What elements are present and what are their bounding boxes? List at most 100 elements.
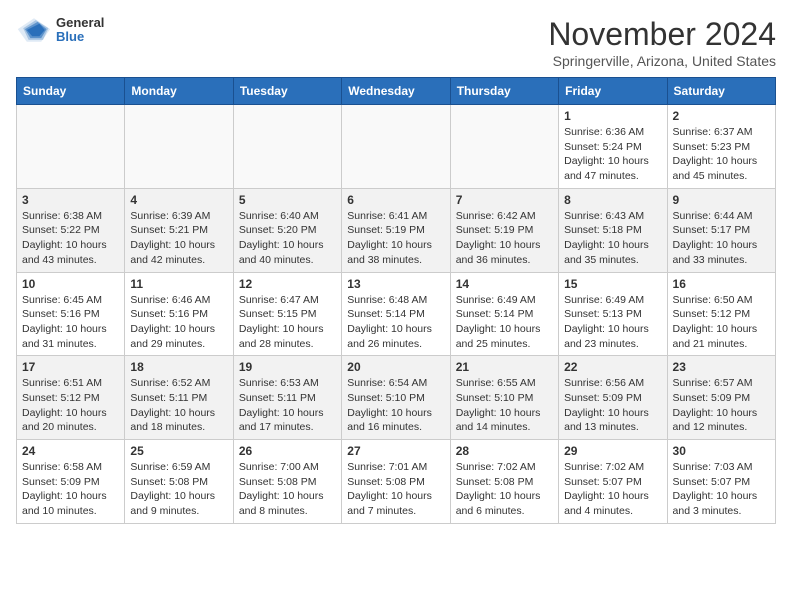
week-row-5: 24Sunrise: 6:58 AMSunset: 5:09 PMDayligh…: [17, 440, 776, 524]
header-cell-saturday: Saturday: [667, 78, 775, 105]
week-row-4: 17Sunrise: 6:51 AMSunset: 5:12 PMDayligh…: [17, 356, 776, 440]
day-cell: 11 Sunrise: 6:46 AMSunset: 5:16 PMDayligh…: [125, 272, 233, 356]
day-cell: 10Sunrise: 6:45 AMSunset: 5:16 PMDayligh…: [17, 272, 125, 356]
title-block: November 2024 Springerville, Arizona, Un…: [548, 16, 776, 69]
day-info: Sunrise: 6:51 AMSunset: 5:12 PMDaylight:…: [22, 376, 119, 435]
day-cell: [17, 105, 125, 189]
day-number: 28: [456, 444, 553, 458]
day-cell: 26 Sunrise: 7:00 AMSunset: 5:08 PMDayligh…: [233, 440, 341, 524]
day-number: 30: [673, 444, 770, 458]
day-cell: 22 Sunrise: 6:56 AMSunset: 5:09 PMDayligh…: [559, 356, 667, 440]
day-number: 2: [673, 109, 770, 123]
logo-general: General: [56, 16, 104, 30]
day-number: 19: [239, 360, 336, 374]
day-info: Sunrise: 6:44 AMSunset: 5:17 PMDaylight:…: [673, 209, 770, 268]
day-info: Sunrise: 7:02 AMSunset: 5:07 PMDaylight:…: [564, 460, 661, 519]
day-number: 21: [456, 360, 553, 374]
day-cell: 20 Sunrise: 6:54 AMSunset: 5:10 PMDayligh…: [342, 356, 450, 440]
day-number: 18: [130, 360, 227, 374]
day-cell: 7 Sunrise: 6:42 AMSunset: 5:19 PMDaylight…: [450, 188, 558, 272]
day-number: 3: [22, 193, 119, 207]
day-info: Sunrise: 6:39 AMSunset: 5:21 PMDaylight:…: [130, 209, 227, 268]
day-info: Sunrise: 6:37 AMSunset: 5:23 PMDaylight:…: [673, 125, 770, 184]
day-info: Sunrise: 6:59 AMSunset: 5:08 PMDaylight:…: [130, 460, 227, 519]
calendar-body: 1Sunrise: 6:36 AMSunset: 5:24 PMDaylight…: [17, 105, 776, 524]
header-cell-wednesday: Wednesday: [342, 78, 450, 105]
day-number: 23: [673, 360, 770, 374]
day-cell: 15 Sunrise: 6:49 AMSunset: 5:13 PMDayligh…: [559, 272, 667, 356]
day-number: 11: [130, 277, 227, 291]
day-cell: 6 Sunrise: 6:41 AMSunset: 5:19 PMDaylight…: [342, 188, 450, 272]
day-cell: 16 Sunrise: 6:50 AMSunset: 5:12 PMDayligh…: [667, 272, 775, 356]
day-cell: 9 Sunrise: 6:44 AMSunset: 5:17 PMDaylight…: [667, 188, 775, 272]
day-number: 20: [347, 360, 444, 374]
day-number: 9: [673, 193, 770, 207]
day-info: Sunrise: 6:52 AMSunset: 5:11 PMDaylight:…: [130, 376, 227, 435]
day-cell: 3 Sunrise: 6:38 AMSunset: 5:22 PMDaylight…: [17, 188, 125, 272]
day-cell: 13Sunrise: 6:48 AMSunset: 5:14 PMDayligh…: [342, 272, 450, 356]
header-cell-friday: Friday: [559, 78, 667, 105]
day-number: 27: [347, 444, 444, 458]
day-info: Sunrise: 6:38 AMSunset: 5:22 PMDaylight:…: [22, 209, 119, 268]
day-info: Sunrise: 6:42 AMSunset: 5:19 PMDaylight:…: [456, 209, 553, 268]
day-info: Sunrise: 6:46 AMSunset: 5:16 PMDaylight:…: [130, 293, 227, 352]
day-info: Sunrise: 7:01 AMSunset: 5:08 PMDaylight:…: [347, 460, 444, 519]
day-number: 4: [130, 193, 227, 207]
day-cell: [450, 105, 558, 189]
day-number: 16: [673, 277, 770, 291]
day-info: Sunrise: 6:49 AMSunset: 5:14 PMDaylight:…: [456, 293, 553, 352]
calendar-title: November 2024: [548, 16, 776, 53]
week-row-1: 1Sunrise: 6:36 AMSunset: 5:24 PMDaylight…: [17, 105, 776, 189]
day-cell: 14Sunrise: 6:49 AMSunset: 5:14 PMDayligh…: [450, 272, 558, 356]
logo: General Blue: [16, 16, 104, 45]
calendar-table: SundayMondayTuesdayWednesdayThursdayFrid…: [16, 77, 776, 524]
day-cell: 24Sunrise: 6:58 AMSunset: 5:09 PMDayligh…: [17, 440, 125, 524]
day-number: 26: [239, 444, 336, 458]
calendar-subtitle: Springerville, Arizona, United States: [548, 53, 776, 69]
day-number: 10: [22, 277, 119, 291]
day-info: Sunrise: 6:41 AMSunset: 5:19 PMDaylight:…: [347, 209, 444, 268]
day-info: Sunrise: 6:55 AMSunset: 5:10 PMDaylight:…: [456, 376, 553, 435]
logo-blue: Blue: [56, 30, 104, 44]
day-number: 6: [347, 193, 444, 207]
day-number: 12: [239, 277, 336, 291]
day-cell: 30 Sunrise: 7:03 AMSunset: 5:07 PMDayligh…: [667, 440, 775, 524]
day-number: 25: [130, 444, 227, 458]
day-cell: 2 Sunrise: 6:37 AMSunset: 5:23 PMDaylight…: [667, 105, 775, 189]
day-cell: 17Sunrise: 6:51 AMSunset: 5:12 PMDayligh…: [17, 356, 125, 440]
day-info: Sunrise: 6:47 AMSunset: 5:15 PMDaylight:…: [239, 293, 336, 352]
day-number: 8: [564, 193, 661, 207]
day-cell: 23 Sunrise: 6:57 AMSunset: 5:09 PMDayligh…: [667, 356, 775, 440]
day-cell: 28 Sunrise: 7:02 AMSunset: 5:08 PMDayligh…: [450, 440, 558, 524]
day-info: Sunrise: 6:36 AMSunset: 5:24 PMDaylight:…: [564, 125, 661, 184]
page-header: General Blue November 2024 Springerville…: [16, 16, 776, 69]
day-info: Sunrise: 6:57 AMSunset: 5:09 PMDaylight:…: [673, 376, 770, 435]
day-cell: [342, 105, 450, 189]
day-info: Sunrise: 7:03 AMSunset: 5:07 PMDaylight:…: [673, 460, 770, 519]
header-cell-monday: Monday: [125, 78, 233, 105]
day-info: Sunrise: 7:02 AMSunset: 5:08 PMDaylight:…: [456, 460, 553, 519]
header-cell-sunday: Sunday: [17, 78, 125, 105]
logo-text: General Blue: [56, 16, 104, 45]
day-number: 15: [564, 277, 661, 291]
week-row-3: 10Sunrise: 6:45 AMSunset: 5:16 PMDayligh…: [17, 272, 776, 356]
day-cell: 29 Sunrise: 7:02 AMSunset: 5:07 PMDayligh…: [559, 440, 667, 524]
day-info: Sunrise: 6:50 AMSunset: 5:12 PMDaylight:…: [673, 293, 770, 352]
day-info: Sunrise: 7:00 AMSunset: 5:08 PMDaylight:…: [239, 460, 336, 519]
day-cell: 19 Sunrise: 6:53 AMSunset: 5:11 PMDayligh…: [233, 356, 341, 440]
week-row-2: 3 Sunrise: 6:38 AMSunset: 5:22 PMDaylight…: [17, 188, 776, 272]
day-number: 5: [239, 193, 336, 207]
day-info: Sunrise: 6:54 AMSunset: 5:10 PMDaylight:…: [347, 376, 444, 435]
day-info: Sunrise: 6:53 AMSunset: 5:11 PMDaylight:…: [239, 376, 336, 435]
day-number: 7: [456, 193, 553, 207]
day-info: Sunrise: 6:49 AMSunset: 5:13 PMDaylight:…: [564, 293, 661, 352]
day-number: 22: [564, 360, 661, 374]
day-cell: 21 Sunrise: 6:55 AMSunset: 5:10 PMDayligh…: [450, 356, 558, 440]
logo-icon: [16, 16, 52, 44]
day-number: 29: [564, 444, 661, 458]
day-info: Sunrise: 6:56 AMSunset: 5:09 PMDaylight:…: [564, 376, 661, 435]
header-row: SundayMondayTuesdayWednesdayThursdayFrid…: [17, 78, 776, 105]
day-info: Sunrise: 6:40 AMSunset: 5:20 PMDaylight:…: [239, 209, 336, 268]
day-info: Sunrise: 6:48 AMSunset: 5:14 PMDaylight:…: [347, 293, 444, 352]
header-cell-tuesday: Tuesday: [233, 78, 341, 105]
